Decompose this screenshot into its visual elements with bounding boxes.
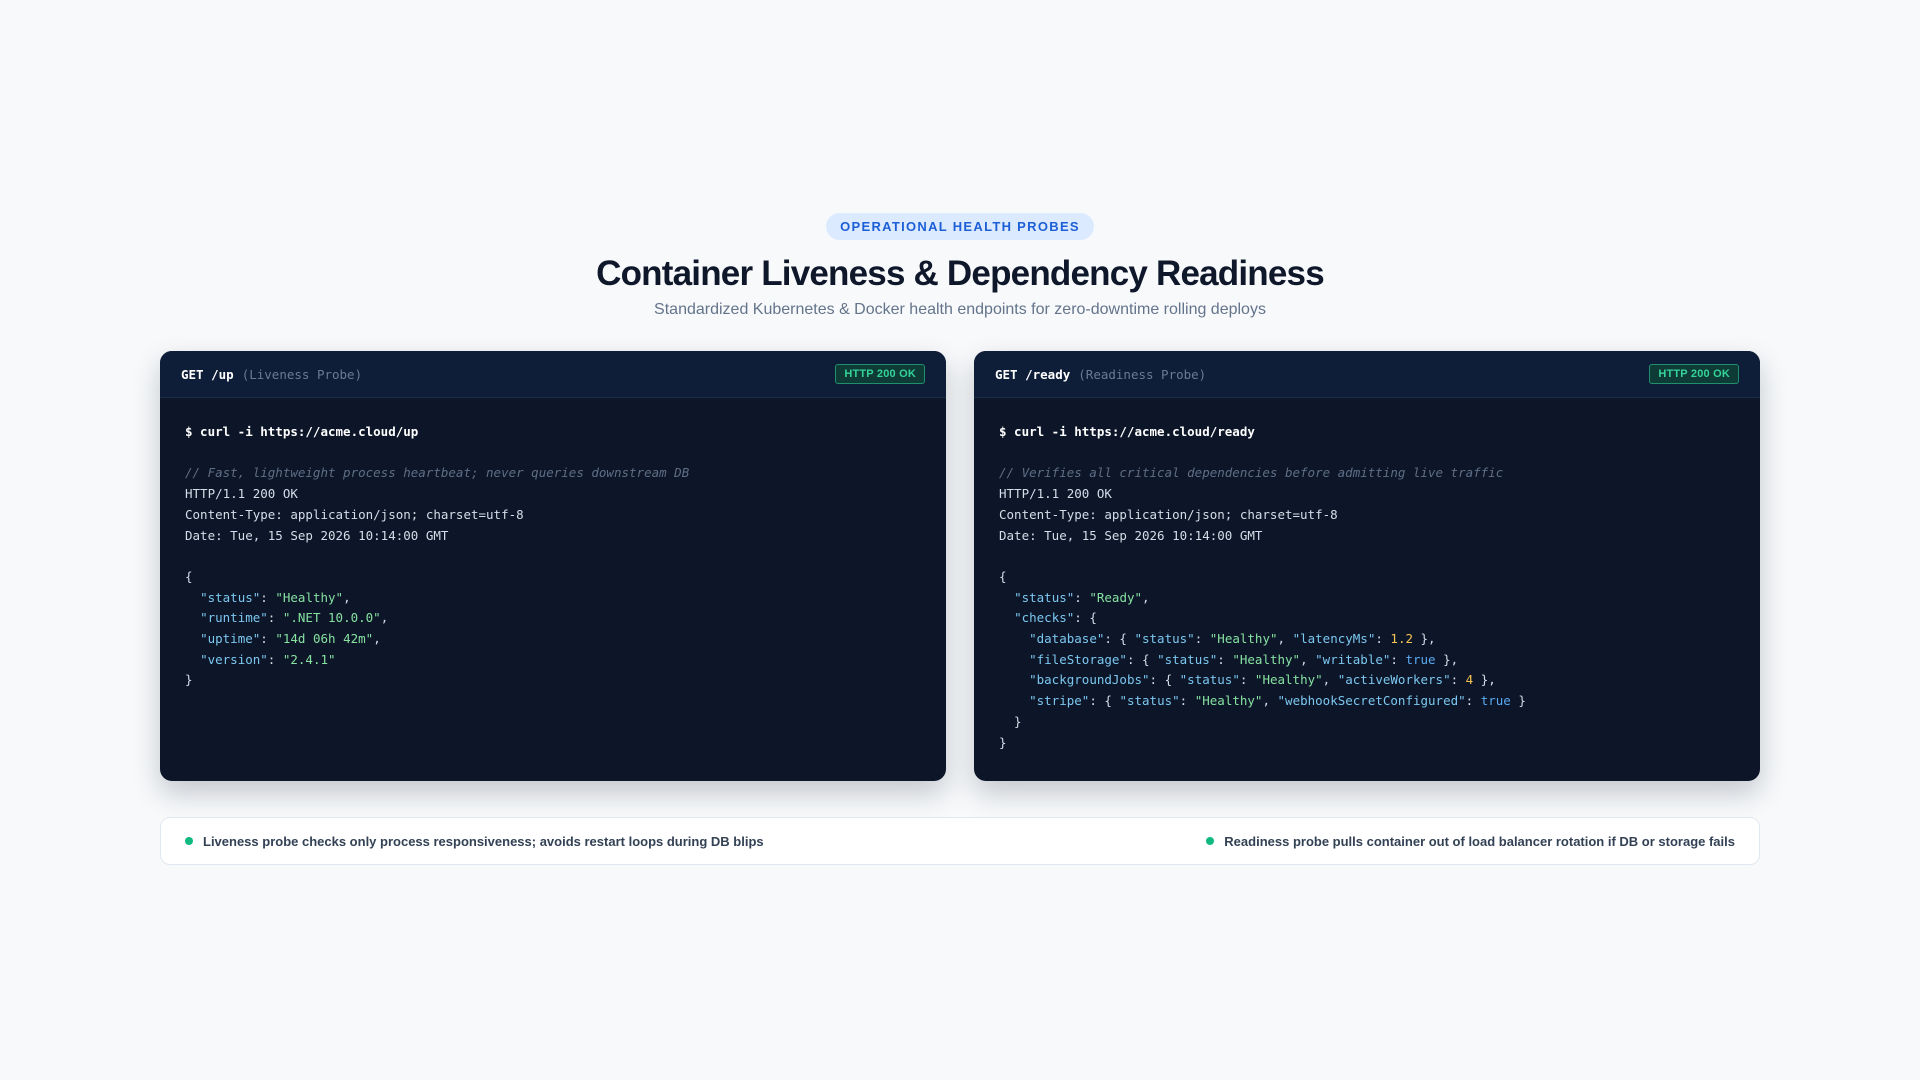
readiness-note: Readiness probe pulls container out of l… (1206, 834, 1735, 849)
liveness-panel-header: GET /up (Liveness Probe) HTTP 200 OK (160, 351, 946, 398)
json-line: "stripe": { "status": "Healthy", "webhoo… (1029, 693, 1526, 709)
readiness-note-text: Readiness probe pulls container out of l… (1224, 833, 1735, 849)
readiness-content-type: Content-Type: application/json; charset=… (999, 506, 1338, 522)
liveness-endpoint: GET /up (181, 366, 234, 382)
json-line: "runtime": ".NET 10.0.0", (200, 610, 389, 626)
json-close-brace: } (185, 672, 193, 688)
liveness-endpoint-label: GET /up (Liveness Probe) (181, 367, 362, 382)
section-eyebrow-badge: OPERATIONAL HEALTH PROBES (826, 213, 1094, 240)
json-line: "checks": { (1014, 610, 1097, 626)
readiness-endpoint-label: GET /ready (Readiness Probe) (995, 367, 1206, 382)
liveness-probe-type: (Liveness Probe) (241, 366, 363, 382)
json-line: "uptime": "14d 06h 42m", (200, 631, 381, 646)
liveness-terminal-output: $ curl -i https://acme.cloud/up // Fast, … (160, 398, 946, 715)
readiness-status-badge: HTTP 200 OK (1649, 364, 1739, 384)
json-line: "status": "Healthy", (200, 589, 351, 605)
readiness-panel-header: GET /ready (Readiness Probe) HTTP 200 OK (974, 351, 1760, 398)
readiness-endpoint: GET /ready (995, 366, 1071, 382)
liveness-note: Liveness probe checks only process respo… (185, 834, 764, 849)
readiness-panel: GET /ready (Readiness Probe) HTTP 200 OK … (974, 351, 1760, 781)
readiness-probe-type: (Readiness Probe) (1078, 366, 1207, 382)
probe-panels: GET /up (Liveness Probe) HTTP 200 OK $ cu… (160, 351, 1760, 781)
json-line: "status": "Ready", (1014, 589, 1150, 605)
green-dot-icon (185, 837, 193, 845)
json-line: "database": { "status": "Healthy", "late… (1029, 631, 1436, 646)
liveness-status-badge: HTTP 200 OK (835, 364, 925, 384)
json-open-brace: { (185, 568, 193, 584)
readiness-status-line: HTTP/1.1 200 OK (999, 486, 1112, 502)
liveness-date: Date: Tue, 15 Sep 2026 10:14:00 GMT (185, 527, 449, 543)
liveness-content-type: Content-Type: application/json; charset=… (185, 506, 524, 522)
readiness-comment: // Verifies all critical dependencies be… (999, 465, 1504, 481)
json-line: "version": "2.4.1" (200, 651, 336, 667)
json-open-brace: { (999, 568, 1007, 584)
json-line: "backgroundJobs": { "status": "Healthy",… (1029, 672, 1496, 688)
readiness-curl-command: $ curl -i https://acme.cloud/ready (999, 424, 1255, 439)
liveness-panel: GET /up (Liveness Probe) HTTP 200 OK $ cu… (160, 351, 946, 781)
readiness-date: Date: Tue, 15 Sep 2026 10:14:00 GMT (999, 527, 1263, 543)
page-header: OPERATIONAL HEALTH PROBES Container Live… (0, 213, 1920, 320)
page-title: Container Liveness & Dependency Readines… (596, 254, 1325, 293)
probe-notes-bar: Liveness probe checks only process respo… (160, 817, 1760, 865)
page-subtitle: Standardized Kubernetes & Docker health … (654, 301, 1266, 318)
liveness-status-line: HTTP/1.1 200 OK (185, 486, 298, 502)
readiness-terminal-output: $ curl -i https://acme.cloud/ready // Ver… (974, 398, 1760, 777)
liveness-comment: // Fast, lightweight process heartbeat; … (185, 465, 690, 481)
green-dot-icon (1206, 837, 1215, 845)
liveness-curl-command: $ curl -i https://acme.cloud/up (185, 424, 419, 439)
json-line: "fileStorage": { "status": "Healthy", "w… (1029, 651, 1459, 667)
liveness-note-text: Liveness probe checks only process respo… (203, 833, 764, 849)
json-line: } (999, 713, 1022, 729)
json-close-brace: } (999, 734, 1007, 750)
